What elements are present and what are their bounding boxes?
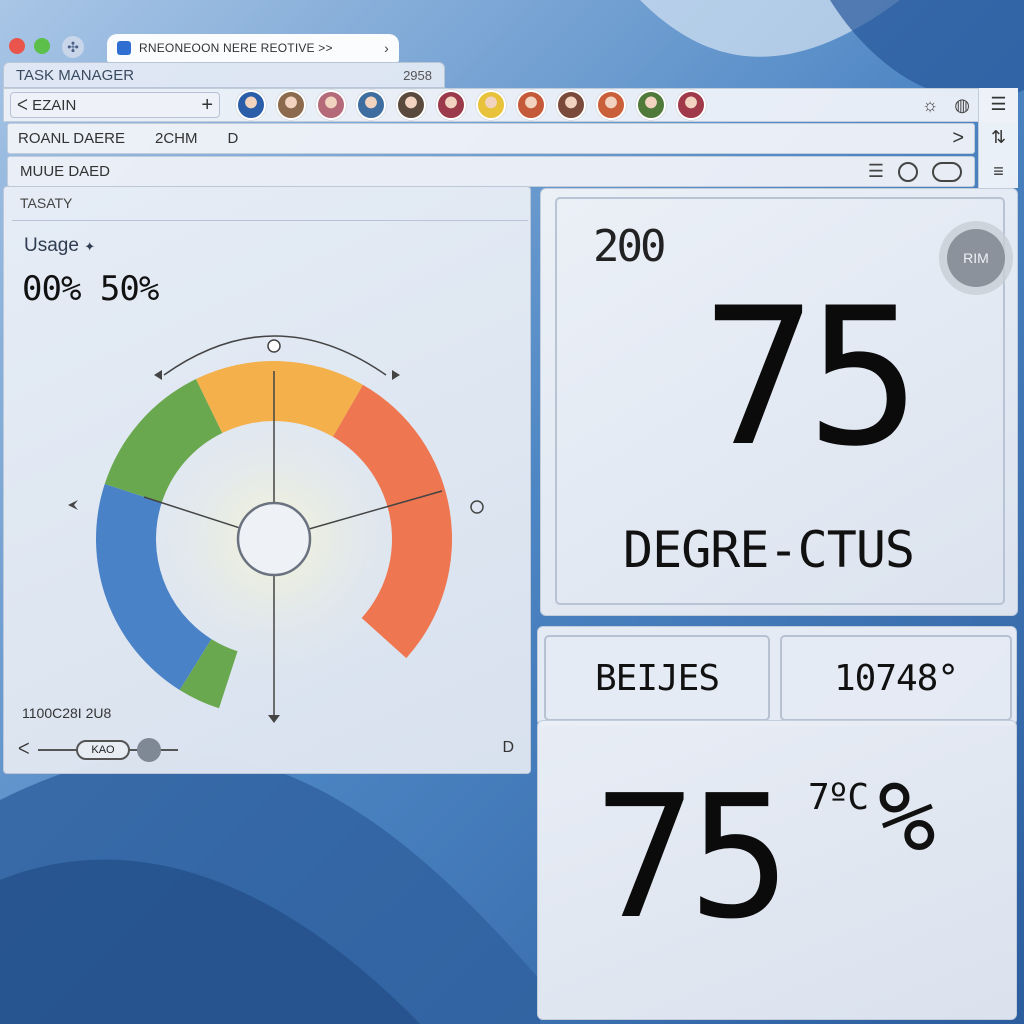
maximize-window-button[interactable] bbox=[34, 38, 50, 54]
address-mid-icon[interactable]: D bbox=[228, 130, 239, 147]
list-icon[interactable]: ☰ bbox=[868, 161, 884, 182]
brightness-icon[interactable]: ☼ bbox=[922, 95, 939, 116]
user-avatar[interactable] bbox=[636, 90, 666, 120]
window-title: TASK MANAGER bbox=[16, 66, 135, 84]
gauge-top-handle[interactable] bbox=[267, 339, 281, 353]
move-icon[interactable]: ⇅ bbox=[991, 127, 1006, 148]
left-marker-icon bbox=[68, 500, 78, 510]
browser-tab[interactable]: RNEONEOON NERE REOTIVE >> › bbox=[107, 34, 399, 62]
rim-button[interactable]: RIM bbox=[947, 229, 1005, 287]
user-avatar[interactable] bbox=[356, 90, 386, 120]
usage-gauge bbox=[68, 335, 484, 723]
temperature-big-value: 75 bbox=[702, 267, 921, 488]
temperature-frame: 200 75 DEGRE-CTUS RIM bbox=[555, 197, 1005, 605]
user-avatar[interactable] bbox=[556, 90, 586, 120]
right-marker bbox=[470, 500, 484, 514]
stat-value-box: 10748° bbox=[780, 635, 1012, 721]
stack-icon[interactable]: ☰ bbox=[990, 94, 1006, 115]
filter-row: MUUE DAED ☰ bbox=[7, 156, 975, 187]
close-window-button[interactable] bbox=[9, 38, 25, 54]
user-avatar-list bbox=[236, 90, 706, 120]
timeline-slider[interactable]: ᐸ KAO D bbox=[18, 738, 518, 762]
menu-icon[interactable]: ≡ bbox=[993, 161, 1004, 182]
temperature-panel: 200 75 DEGRE-CTUS RIM bbox=[540, 188, 1018, 616]
window-title-bar: TASK MANAGER 2958 bbox=[3, 62, 445, 88]
right-arrow-icon bbox=[392, 370, 400, 380]
user-avatar[interactable] bbox=[396, 90, 426, 120]
slider-left-icon[interactable]: ᐸ bbox=[18, 739, 30, 759]
side-toolbar: ☰ ⇅ ≡ bbox=[978, 88, 1018, 188]
tab-chevron-icon[interactable]: › bbox=[384, 40, 389, 56]
gauge-hub[interactable] bbox=[236, 501, 312, 577]
stats-row: BEIJES 10748° bbox=[537, 626, 1017, 726]
stat-label-box: BEIJES bbox=[544, 635, 770, 721]
toggle-icon[interactable] bbox=[932, 161, 962, 182]
temperature-unit: DEGRE-CTUS bbox=[623, 521, 915, 579]
percent-small-value: 7ºC bbox=[808, 777, 869, 818]
usage-panel: TASATY Usage ✦ 00% 50% 1100C28I 2U8 ᐸ KA… bbox=[3, 186, 531, 774]
down-arrow-icon bbox=[268, 715, 280, 723]
address-mid: 2CHM bbox=[154, 130, 198, 147]
percent-big-value: 75 bbox=[594, 759, 791, 957]
camera-icon[interactable]: ◍ bbox=[954, 95, 970, 116]
slider-knob[interactable] bbox=[137, 738, 161, 762]
circle-icon[interactable] bbox=[898, 161, 918, 182]
window-code: 2958 bbox=[403, 67, 432, 83]
temperature-small-value: 200 bbox=[593, 221, 667, 272]
left-arrow-icon bbox=[154, 370, 162, 380]
panel-footer: 1100C28I 2U8 bbox=[22, 705, 112, 721]
add-button[interactable]: + bbox=[201, 94, 213, 117]
percent-sign: % bbox=[878, 761, 936, 873]
extensions-icon[interactable]: ✣ bbox=[62, 36, 84, 58]
favicon-icon bbox=[117, 41, 131, 55]
slider-label[interactable]: KAO bbox=[76, 740, 130, 760]
percent-panel: 75 7ºC % bbox=[537, 720, 1017, 1020]
user-avatar[interactable] bbox=[476, 90, 506, 120]
address-left: ROANL DAERE bbox=[18, 130, 125, 147]
user-avatar[interactable] bbox=[596, 90, 626, 120]
user-avatar[interactable] bbox=[516, 90, 546, 120]
back-label: ᐸ EZAIN bbox=[17, 97, 77, 114]
user-avatar[interactable] bbox=[236, 90, 266, 120]
user-avatar[interactable] bbox=[676, 90, 706, 120]
filter-label: MUUE DAED bbox=[20, 163, 111, 180]
user-avatar[interactable] bbox=[316, 90, 346, 120]
chevron-right-icon[interactable]: > bbox=[952, 127, 964, 150]
address-row[interactable]: ROANL DAERE 2CHM D > bbox=[7, 123, 975, 154]
user-avatar[interactable] bbox=[436, 90, 466, 120]
slider-end-icon[interactable]: D bbox=[502, 739, 514, 757]
back-button[interactable]: ᐸ EZAIN + bbox=[10, 92, 220, 118]
user-avatar[interactable] bbox=[276, 90, 306, 120]
tab-title: RNEONEOON NERE REOTIVE >> bbox=[139, 41, 333, 55]
toolbar: ᐸ EZAIN + ☼ ◍ bbox=[3, 88, 1017, 122]
